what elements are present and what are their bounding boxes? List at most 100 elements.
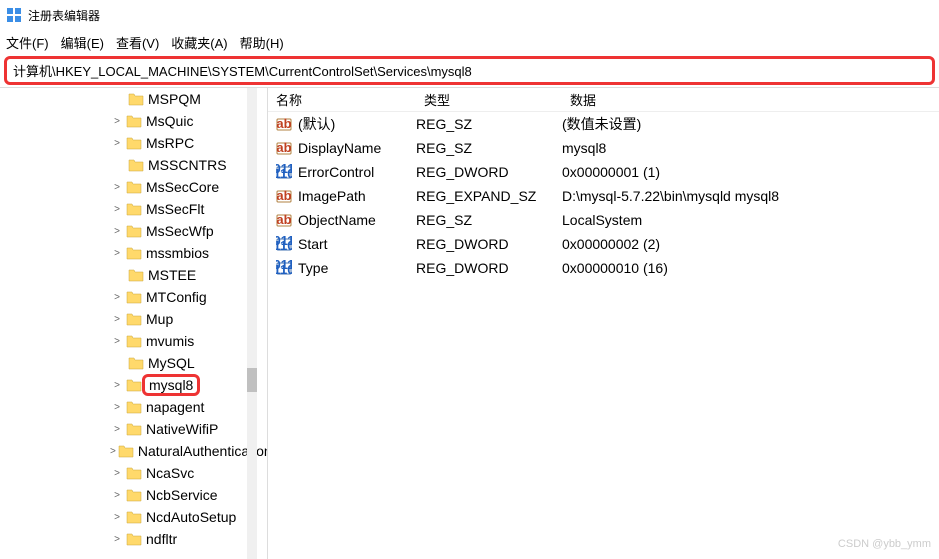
folder-icon [128, 92, 144, 106]
folder-icon [126, 488, 142, 502]
tree-item-mup[interactable]: > Mup [0, 308, 267, 330]
value-data: (数值未设置) [562, 114, 939, 134]
tree-scroll-thumb[interactable] [247, 368, 257, 392]
list-header: 名称 类型 数据 [268, 88, 939, 112]
app-icon [6, 7, 22, 23]
expand-icon[interactable]: > [110, 204, 124, 215]
tree-item-mssmbios[interactable]: > mssmbios [0, 242, 267, 264]
value-row[interactable]: StartREG_DWORD0x00000002 (2) [268, 232, 939, 256]
tree-item-mssecwfp[interactable]: >MsSecWfp [0, 220, 267, 242]
value-row[interactable]: ErrorControlREG_DWORD0x00000001 (1) [268, 160, 939, 184]
tree-label: NativeWifiP [146, 421, 218, 437]
tree-label: NcbService [146, 487, 218, 503]
tree-label: NcaSvc [146, 465, 194, 481]
folder-icon [128, 356, 144, 370]
value-name: ObjectName [298, 212, 416, 228]
folder-icon [126, 290, 142, 304]
tree-label: napagent [146, 399, 204, 415]
tree-item-ncdautosetup[interactable]: >NcdAutoSetup [0, 506, 267, 528]
expand-icon[interactable]: > [110, 534, 124, 545]
value-row[interactable]: ImagePathREG_EXPAND_SZD:\mysql-5.7.22\bi… [268, 184, 939, 208]
menu-help[interactable]: 帮助(H) [240, 33, 284, 52]
tree-item-msquic[interactable]: >MsQuic [0, 110, 267, 132]
folder-icon [126, 466, 142, 480]
address-bar[interactable]: 计算机\HKEY_LOCAL_MACHINE\SYSTEM\CurrentCon… [4, 56, 935, 85]
expand-icon[interactable]: > [110, 424, 124, 435]
tree-label: MSPQM [148, 91, 201, 107]
tree-item-naturalauthentication[interactable]: >NaturalAuthentication [0, 440, 267, 462]
expand-icon[interactable]: > [110, 512, 124, 523]
value-row[interactable]: DisplayNameREG_SZmysql8 [268, 136, 939, 160]
expand-icon[interactable]: > [110, 336, 124, 347]
expand-icon[interactable]: > [110, 226, 124, 237]
menu-favorites[interactable]: 收藏夹(A) [171, 33, 227, 52]
value-name: Start [298, 236, 416, 252]
value-type: REG_SZ [416, 116, 562, 132]
expand-icon[interactable]: > [110, 138, 124, 149]
value-row[interactable]: TypeREG_DWORD0x00000010 (16) [268, 256, 939, 280]
tree-item-mssecflt[interactable]: > MsSecFlt [0, 198, 267, 220]
tree-item-ncbservice[interactable]: > NcbService [0, 484, 267, 506]
expand-icon[interactable]: > [110, 402, 124, 413]
tree-scrollbar[interactable] [247, 88, 257, 559]
value-name: DisplayName [298, 140, 416, 156]
col-header-data[interactable]: 数据 [562, 90, 939, 109]
expand-icon[interactable]: > [110, 292, 124, 303]
folder-icon [126, 510, 142, 524]
tree-item-mvumis[interactable]: > mvumis [0, 330, 267, 352]
expand-icon[interactable]: > [110, 380, 124, 391]
window-title: 注册表编辑器 [28, 7, 100, 24]
folder-icon [128, 268, 144, 282]
expand-icon[interactable]: > [110, 446, 116, 457]
expand-icon[interactable]: > [110, 182, 124, 193]
value-type: REG_EXPAND_SZ [416, 188, 562, 204]
value-type: REG_DWORD [416, 236, 562, 252]
folder-icon [126, 136, 142, 150]
expand-icon[interactable]: > [110, 314, 124, 325]
tree-item-msscntrs[interactable]: MSSCNTRS [0, 154, 267, 176]
menu-file[interactable]: 文件(F) [6, 33, 49, 52]
value-type: REG_DWORD [416, 260, 562, 276]
tree-item-mspqm[interactable]: MSPQM [0, 88, 267, 110]
expand-icon[interactable]: > [110, 248, 124, 259]
folder-icon [126, 180, 142, 194]
tree-label: MSSCNTRS [148, 157, 227, 173]
value-data: D:\mysql-5.7.22\bin\mysqld mysql8 [562, 188, 939, 204]
tree-item-nativewifip[interactable]: > NativeWifiP [0, 418, 267, 440]
tree-item-ncasvc[interactable]: > NcaSvc [0, 462, 267, 484]
expand-icon[interactable]: > [110, 468, 124, 479]
tree-item-mtconfig[interactable]: >MTConfig [0, 286, 267, 308]
value-name: (默认) [298, 114, 416, 134]
tree-item-mysql8[interactable]: > mysql8 [0, 374, 267, 396]
tree-item-msrpc[interactable]: >MsRPC [0, 132, 267, 154]
tree-label: MSTEE [148, 267, 196, 283]
value-row[interactable]: (默认)REG_SZ(数值未设置) [268, 112, 939, 136]
col-header-name[interactable]: 名称 [268, 90, 416, 109]
tree-item-mstee[interactable]: MSTEE [0, 264, 267, 286]
tree-label: mysql8 [142, 374, 200, 396]
tree-label: MsSecCore [146, 179, 219, 195]
tree-item-napagent[interactable]: > napagent [0, 396, 267, 418]
tree-pane[interactable]: MSPQM>MsQuic>MsRPCMSSCNTRS>MsSecCore>MsS… [0, 88, 268, 559]
tree-item-mysql[interactable]: MySQL [0, 352, 267, 374]
value-type: REG_DWORD [416, 164, 562, 180]
binary-value-icon [276, 164, 292, 180]
values-pane[interactable]: 名称 类型 数据 (默认)REG_SZ(数值未设置)DisplayNameREG… [268, 88, 939, 559]
value-data: 0x00000002 (2) [562, 236, 939, 252]
menu-view[interactable]: 查看(V) [116, 33, 159, 52]
tree-item-msseccore[interactable]: > MsSecCore [0, 176, 267, 198]
value-type: REG_SZ [416, 140, 562, 156]
menu-bar: 文件(F) 编辑(E) 查看(V) 收藏夹(A) 帮助(H) [0, 30, 939, 54]
address-bar-container: 计算机\HKEY_LOCAL_MACHINE\SYSTEM\CurrentCon… [0, 54, 939, 87]
expand-icon[interactable]: > [110, 490, 124, 501]
expand-icon[interactable]: > [110, 116, 124, 127]
folder-icon [126, 114, 142, 128]
tree-label: mssmbios [146, 245, 209, 261]
col-header-type[interactable]: 类型 [416, 90, 562, 109]
tree-label: MsSecFlt [146, 201, 204, 217]
tree-item-ndfltr[interactable]: >ndfltr [0, 528, 267, 550]
value-row[interactable]: ObjectNameREG_SZLocalSystem [268, 208, 939, 232]
tree-label: mvumis [146, 333, 194, 349]
tree-label: Mup [146, 311, 173, 327]
menu-edit[interactable]: 编辑(E) [61, 33, 104, 52]
